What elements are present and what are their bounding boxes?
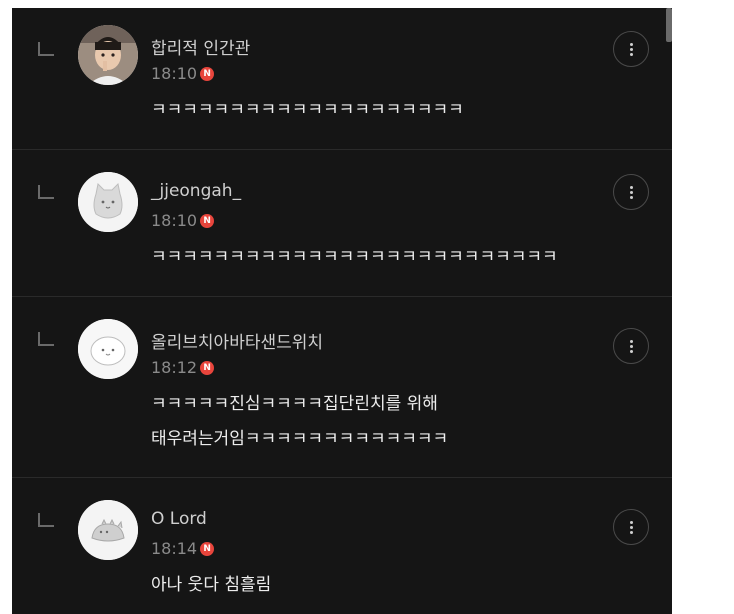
comment-text-line: ㅋㅋㅋㅋㅋㅋㅋㅋㅋㅋㅋㅋㅋㅋㅋㅋㅋㅋㅋㅋㅋㅋㅋㅋㅋㅋ bbox=[151, 247, 558, 267]
comment-thread: 합리적 인간관 18:10 N ㅋㅋㅋㅋㅋㅋㅋㅋㅋㅋㅋㅋㅋㅋㅋㅋㅋㅋㅋㅋ _jj… bbox=[12, 8, 672, 614]
comment-meta: 18:14 N bbox=[151, 539, 215, 558]
comment-meta: 18:10 N bbox=[151, 211, 215, 230]
more-vertical-icon bbox=[629, 42, 633, 46]
more-vertical-icon bbox=[629, 185, 633, 189]
avatar[interactable] bbox=[78, 25, 138, 85]
more-dot bbox=[629, 190, 633, 194]
more-dot bbox=[629, 344, 633, 348]
more-vertical-icon bbox=[629, 520, 633, 524]
comment-username[interactable]: 합리적 인간관 bbox=[151, 34, 250, 59]
comment-username[interactable]: O Lord bbox=[151, 509, 207, 529]
comment-text-line: ㅋㅋㅋㅋㅋ진심ㅋㅋㅋㅋ집단린치를 위해 bbox=[151, 394, 438, 414]
comment-username[interactable]: 올리브치아바타샌드위치 bbox=[151, 328, 323, 353]
more-options-button[interactable] bbox=[613, 174, 649, 210]
comment-username[interactable]: _jjeongah_ bbox=[151, 181, 241, 201]
new-badge: N bbox=[200, 541, 215, 556]
reply-arrow-icon bbox=[38, 332, 54, 346]
comment-item: _jjeongah_ 18:10 N ㅋㅋㅋㅋㅋㅋㅋㅋㅋㅋㅋㅋㅋㅋㅋㅋㅋㅋㅋㅋㅋ… bbox=[12, 150, 672, 297]
reply-arrow-icon bbox=[38, 42, 54, 56]
new-badge: N bbox=[200, 66, 215, 81]
more-options-button[interactable] bbox=[613, 31, 649, 67]
profile-photo-icon bbox=[78, 25, 138, 85]
comment-time: 18:12 bbox=[151, 358, 198, 377]
comment-item: 합리적 인간관 18:10 N ㅋㅋㅋㅋㅋㅋㅋㅋㅋㅋㅋㅋㅋㅋㅋㅋㅋㅋㅋㅋ bbox=[12, 8, 672, 150]
comment-meta: 18:10 N bbox=[151, 64, 215, 83]
more-vertical-icon bbox=[629, 339, 633, 343]
avatar[interactable] bbox=[78, 500, 138, 560]
reply-arrow-icon bbox=[38, 185, 54, 199]
more-options-button[interactable] bbox=[613, 509, 649, 545]
more-dot bbox=[629, 195, 633, 199]
comment-time: 18:14 bbox=[151, 539, 198, 558]
comment-text: ㅋㅋㅋㅋㅋ진심ㅋㅋㅋㅋ집단린치를 위해 태우려는거임ㅋㅋㅋㅋㅋㅋㅋㅋㅋㅋㅋㅋㅋ bbox=[151, 387, 448, 457]
comment-item: O Lord 18:14 N 아나 웃다 침흘림 bbox=[12, 478, 672, 614]
comment-meta: 18:12 N bbox=[151, 358, 215, 377]
blob-avatar-icon bbox=[78, 319, 138, 379]
more-dot bbox=[629, 530, 633, 534]
new-badge: N bbox=[200, 213, 215, 228]
comment-text-line: 아나 웃다 침흘림 bbox=[151, 575, 272, 595]
comment-time: 18:10 bbox=[151, 64, 198, 83]
comment-item: 올리브치아바타샌드위치 18:12 N ㅋㅋㅋㅋㅋ진심ㅋㅋㅋㅋ집단린치를 위해 … bbox=[12, 297, 672, 478]
comment-text: ㅋㅋㅋㅋㅋㅋㅋㅋㅋㅋㅋㅋㅋㅋㅋㅋㅋㅋㅋㅋㅋㅋㅋㅋㅋㅋ bbox=[151, 240, 558, 275]
avatar[interactable] bbox=[78, 172, 138, 232]
more-dot bbox=[629, 47, 633, 51]
more-dot bbox=[629, 349, 633, 353]
comment-text: 아나 웃다 침흘림 bbox=[151, 568, 271, 603]
avatar[interactable] bbox=[78, 319, 138, 379]
more-dot bbox=[629, 52, 633, 56]
cat-avatar-icon bbox=[78, 172, 138, 232]
comment-text-line: 태우려는거임ㅋㅋㅋㅋㅋㅋㅋㅋㅋㅋㅋㅋㅋ bbox=[151, 429, 449, 449]
comment-text: ㅋㅋㅋㅋㅋㅋㅋㅋㅋㅋㅋㅋㅋㅋㅋㅋㅋㅋㅋㅋ bbox=[151, 93, 464, 128]
comment-time: 18:10 bbox=[151, 211, 198, 230]
more-dot bbox=[629, 525, 633, 529]
more-options-button[interactable] bbox=[613, 328, 649, 364]
reply-arrow-icon bbox=[38, 513, 54, 527]
new-badge: N bbox=[200, 360, 215, 375]
comment-text-line: ㅋㅋㅋㅋㅋㅋㅋㅋㅋㅋㅋㅋㅋㅋㅋㅋㅋㅋㅋㅋ bbox=[151, 100, 464, 120]
dino-avatar-icon bbox=[78, 500, 138, 560]
